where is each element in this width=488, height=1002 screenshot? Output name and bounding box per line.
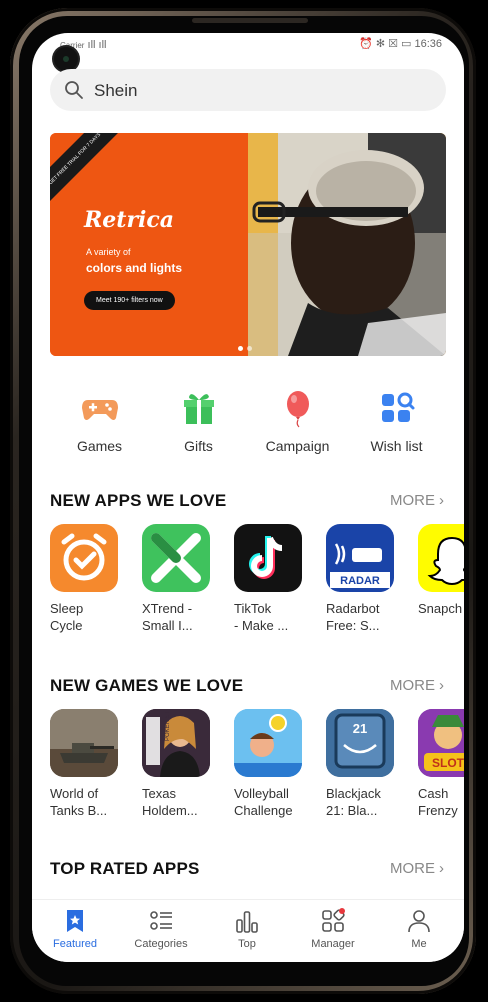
quick-wishlist[interactable]: Wish list	[347, 388, 446, 454]
nav-label: Categories	[134, 938, 188, 950]
banner-line2: colors and lights	[86, 261, 183, 275]
banner-cta-button[interactable]: Meet 190+ filters now	[84, 291, 175, 310]
game-name: Texas Holdem...	[142, 786, 198, 818]
phone-speaker	[192, 18, 308, 23]
more-label: MORE	[390, 492, 435, 509]
quick-gifts-label: Gifts	[184, 438, 213, 454]
nav-manager[interactable]: Manager	[290, 908, 376, 950]
carousel-dots	[236, 338, 254, 356]
trial-ribbon: GET FREE TRIAL FOR 7 DAYS	[50, 133, 123, 207]
nav-me[interactable]: Me	[376, 908, 462, 950]
chevron-right-icon: ›	[439, 860, 444, 877]
top-rated-more-button[interactable]: MORE ›	[390, 860, 444, 877]
volleyball-challenge-icon	[234, 709, 302, 777]
banner-line1: A variety of	[86, 247, 131, 257]
radarbot-icon: RADAR	[326, 524, 394, 592]
texas-holdem-icon: POKERIST	[142, 709, 210, 777]
nav-featured[interactable]: Featured	[32, 908, 118, 950]
quick-games-label: Games	[76, 438, 123, 454]
app-radarbot[interactable]: RADAR Radarbot Free: S...	[326, 524, 398, 634]
more-label: MORE	[390, 860, 435, 877]
quick-gifts[interactable]: Gifts	[149, 388, 248, 454]
new-games-more-button[interactable]: MORE ›	[390, 677, 444, 694]
featured-icon	[67, 910, 83, 932]
top-chart-icon	[236, 911, 258, 933]
gamepad-icon	[81, 400, 118, 420]
game-blackjack[interactable]: 21 Blackjack 21: Bla...	[326, 709, 398, 819]
poker-badge: POKERIST	[165, 710, 171, 741]
blackjack-icon: 21	[326, 709, 394, 777]
cash-frenzy-icon: SLOTS	[418, 709, 464, 777]
search-bar[interactable]: Shein	[50, 69, 446, 111]
gift-icon	[183, 394, 214, 424]
banner-photo	[248, 133, 446, 356]
quick-links: Games Gifts Campaign Wish list	[50, 388, 446, 468]
game-texas-holdem[interactable]: POKERIST Texas Holdem...	[142, 709, 214, 819]
carousel-dot	[238, 346, 243, 351]
quick-campaign-label: Campaign	[265, 438, 330, 454]
new-apps-title: NEW APPS WE LOVE	[50, 491, 227, 510]
xtrend-icon	[142, 524, 210, 592]
nav-categories[interactable]: Categories	[118, 908, 204, 950]
banner-left-panel: GET FREE TRIAL FOR 7 DAYS Retrica A vari…	[50, 133, 248, 356]
game-volleyball-challenge[interactable]: Volleyball Challenge	[234, 709, 306, 819]
front-camera	[54, 47, 78, 71]
sleep-cycle-icon	[50, 524, 118, 592]
carousel-dot	[247, 346, 252, 351]
slots-badge: SLOTS	[432, 756, 464, 770]
app-snapchat[interactable]: Snapch	[418, 524, 464, 617]
search-icon	[65, 81, 83, 99]
app-sleep-cycle[interactable]: Sleep Cycle	[50, 524, 122, 634]
game-name: Volleyball Challenge	[234, 786, 293, 818]
app-name: TikTok - Make ...	[234, 601, 289, 633]
nav-top[interactable]: Top	[204, 908, 290, 950]
signal-icon: ıll ıll	[87, 39, 107, 51]
nav-label: Top	[238, 938, 256, 950]
status-right: ⏰ ✻ ☒ ▭ 16:36	[359, 38, 442, 50]
balloon-icon	[286, 391, 309, 428]
app-name: Sleep Cycle	[50, 601, 84, 633]
banner-brand: Retrica	[84, 207, 175, 233]
nav-label: Manager	[311, 938, 355, 950]
quick-wishlist-label: Wish list	[370, 438, 423, 454]
top-rated-title: TOP RATED APPS	[50, 859, 200, 878]
app-name: XTrend - Small I...	[142, 601, 193, 633]
categories-icon	[150, 911, 172, 930]
game-cash-frenzy[interactable]: SLOTS Cash Frenzy	[418, 709, 464, 819]
status-bar: Carrier ıll ıll ⏰ ✻ ☒ ▭ 16:36	[32, 33, 464, 55]
world-of-tanks-icon	[50, 709, 118, 777]
game-world-of-tanks[interactable]: World of Tanks B...	[50, 709, 122, 819]
manager-icon	[322, 908, 345, 932]
chevron-right-icon: ›	[439, 492, 444, 509]
tiktok-icon	[234, 524, 302, 592]
snapchat-icon	[418, 524, 464, 592]
app-name: Snapch	[418, 601, 463, 616]
app-name: Radarbot Free: S...	[326, 601, 380, 633]
radar-label: RADAR	[340, 575, 380, 587]
blackjack-badge: 21	[353, 721, 367, 736]
wishlist-icon	[381, 392, 414, 422]
phone-screen: Carrier ıll ıll ⏰ ✻ ☒ ▭ 16:36 Shein GET …	[32, 33, 464, 962]
quick-campaign[interactable]: Campaign	[248, 388, 347, 454]
nav-label: Featured	[52, 938, 98, 950]
search-input[interactable]: Shein	[94, 81, 137, 101]
new-apps-more-button[interactable]: MORE ›	[390, 492, 444, 509]
quick-games[interactable]: Games	[50, 388, 149, 454]
game-name: World of Tanks B...	[50, 786, 108, 818]
chevron-right-icon: ›	[439, 677, 444, 694]
promo-banner[interactable]: GET FREE TRIAL FOR 7 DAYS Retrica A vari…	[50, 133, 446, 356]
app-xtrend[interactable]: XTrend - Small I...	[142, 524, 214, 634]
profile-icon	[408, 910, 430, 933]
game-name: Cash Frenzy	[418, 786, 458, 818]
new-games-title: NEW GAMES WE LOVE	[50, 676, 244, 695]
portrait-image	[248, 133, 446, 356]
nav-label: Me	[411, 938, 427, 950]
app-tiktok[interactable]: TikTok - Make ...	[234, 524, 306, 634]
game-name: Blackjack 21: Bla...	[326, 786, 381, 818]
more-label: MORE	[390, 677, 435, 694]
bottom-nav: Featured Categories Top Manager Me	[32, 899, 464, 962]
